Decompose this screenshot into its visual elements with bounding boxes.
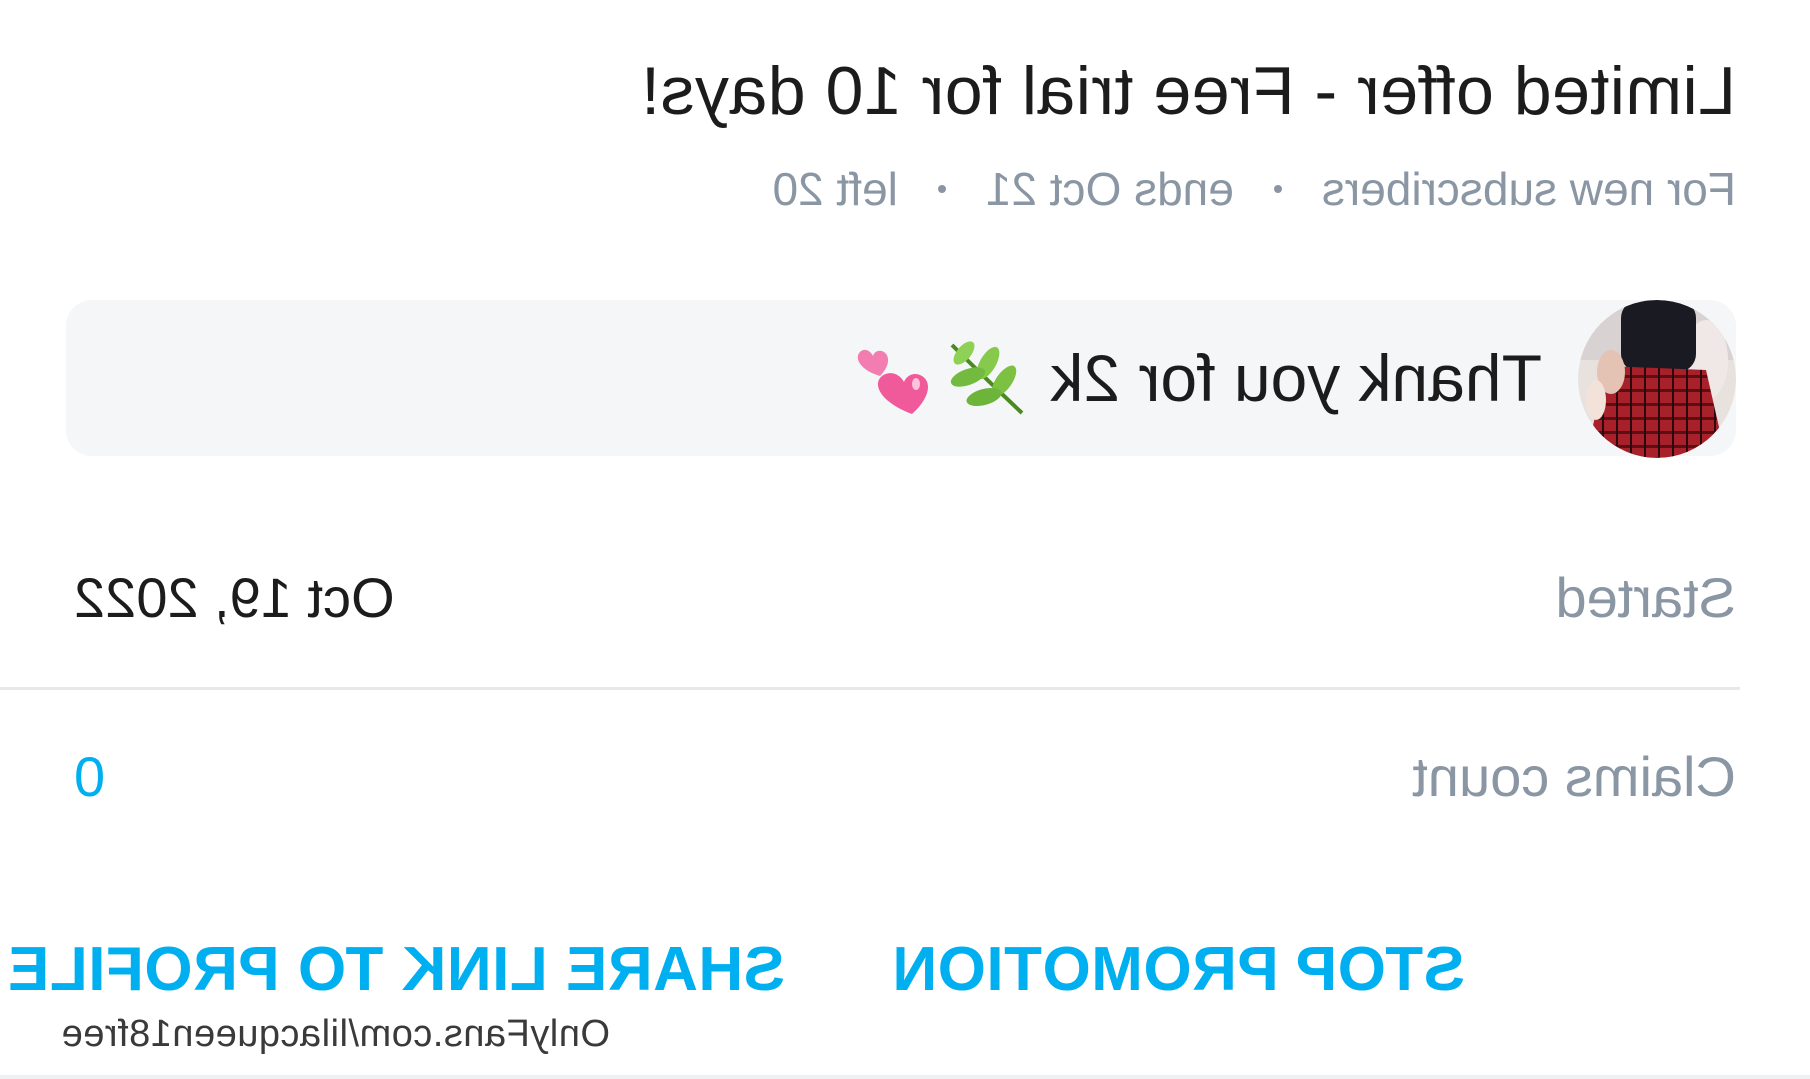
offer-end-date: ends Oct 21 bbox=[985, 163, 1234, 215]
watermark: OnlyFans.com/lilacqueen18free bbox=[61, 1013, 610, 1055]
started-label: Started bbox=[1555, 566, 1736, 629]
offer-title: Limited offer - Free trial for 10 days! bbox=[640, 53, 1736, 129]
stop-promotion-button[interactable]: STOP PROMOTION bbox=[892, 934, 1465, 1005]
avatar[interactable] bbox=[1578, 300, 1736, 458]
share-link-button[interactable]: SHARE LINK TO PROFILE bbox=[7, 934, 785, 1005]
message-emoji bbox=[854, 336, 1028, 420]
offer-audience: For new subscribers bbox=[1321, 163, 1736, 215]
separator-dot bbox=[937, 185, 946, 193]
promotion-card: Limited offer - Free trial for 10 days! … bbox=[0, 0, 1810, 1079]
herb-icon bbox=[950, 341, 1024, 415]
promotion-message: Thank you for 2k bbox=[854, 336, 1542, 420]
offer-remaining: left 20 bbox=[772, 163, 898, 215]
two-hearts-icon bbox=[858, 349, 929, 414]
claims-count-label: Claims count bbox=[1412, 745, 1736, 808]
divider bbox=[0, 687, 1740, 690]
promotion-message-text: Thank you for 2k bbox=[1050, 341, 1542, 415]
separator-dot bbox=[1273, 185, 1282, 193]
avatar-image bbox=[1578, 300, 1736, 458]
bottom-border bbox=[0, 1075, 1810, 1079]
started-date: Oct 19, 2022 bbox=[74, 566, 395, 629]
claims-count-value[interactable]: 0 bbox=[74, 744, 105, 809]
offer-meta: For new subscribers ends Oct 21 left 20 bbox=[773, 162, 1737, 216]
